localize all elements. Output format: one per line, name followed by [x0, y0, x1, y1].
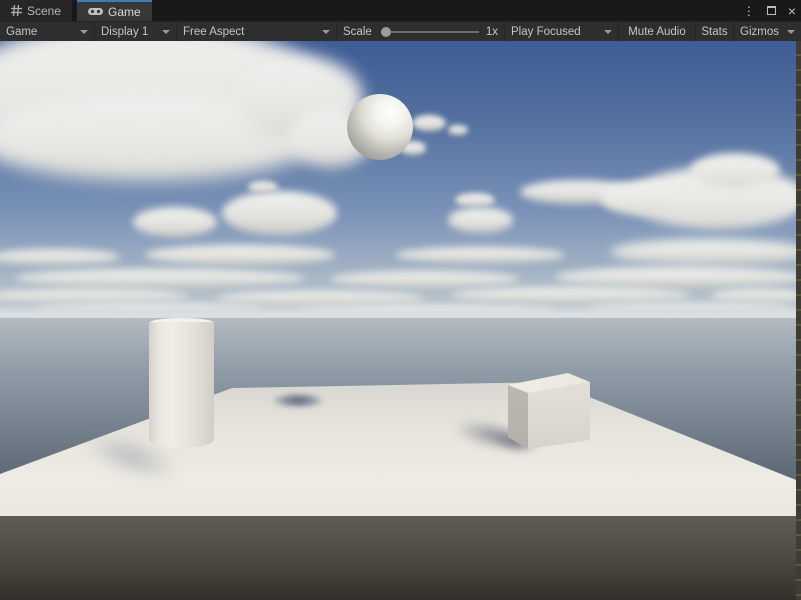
mute-audio-button[interactable]: Mute Audio: [619, 22, 696, 41]
chevron-down-icon: [787, 30, 795, 34]
cloud: [600, 181, 680, 215]
cloud: [395, 247, 565, 263]
chevron-down-icon: [604, 30, 612, 34]
cloud: [412, 115, 446, 131]
tab-game-label: Game: [108, 5, 141, 19]
view-target-dropdown[interactable]: Game: [0, 22, 95, 41]
cloud: [248, 181, 278, 193]
cloud: [610, 239, 801, 265]
play-focused-dropdown[interactable]: Play Focused: [505, 22, 619, 41]
scale-slider-knob[interactable]: [381, 27, 391, 37]
display-dropdown[interactable]: Display 1: [95, 22, 177, 41]
game-view-toolbar: Game Display 1 Free Aspect Scale 1x Play…: [0, 21, 801, 41]
tab-scene[interactable]: Scene: [0, 0, 72, 21]
panel-tab-bar: Scene Game ⋮ ×: [0, 0, 801, 21]
game-render-viewport[interactable]: [0, 41, 801, 600]
cloud: [690, 153, 780, 187]
viewport-right-edge: [796, 41, 801, 600]
display-label: Display 1: [101, 26, 148, 38]
sphere-shadow: [271, 392, 325, 409]
cloud: [585, 303, 795, 313]
gamepad-icon: [88, 7, 103, 16]
cloud: [215, 291, 425, 305]
foreground-ground: [0, 516, 801, 600]
cloud: [555, 267, 801, 287]
tab-scene-label: Scene: [27, 4, 61, 18]
stats-button[interactable]: Stats: [696, 22, 734, 41]
cylinder: [149, 322, 214, 448]
cloud: [295, 305, 555, 315]
tab-game[interactable]: Game: [77, 0, 152, 21]
window-controls: ⋮ ×: [743, 0, 796, 21]
cloud: [145, 245, 335, 265]
cloud: [448, 125, 468, 135]
aspect-ratio-dropdown[interactable]: Free Aspect: [177, 22, 337, 41]
cube: [508, 373, 590, 449]
cloud: [133, 207, 217, 237]
cloud: [35, 303, 265, 313]
scale-slider-track[interactable]: [391, 31, 479, 33]
stats-label: Stats: [701, 26, 727, 38]
sphere: [347, 94, 413, 160]
scale-slider[interactable]: [381, 27, 479, 37]
cloud: [450, 287, 690, 303]
play-focused-label: Play Focused: [511, 26, 581, 38]
cloud: [15, 269, 305, 287]
gizmos-label: Gizmos: [740, 26, 779, 38]
cloud: [448, 207, 513, 233]
grid-icon: [11, 5, 22, 16]
view-target-label: Game: [6, 26, 37, 38]
maximize-icon[interactable]: [767, 6, 776, 15]
chevron-down-icon: [80, 30, 88, 34]
scale-label: Scale: [343, 26, 372, 38]
kebab-menu-icon[interactable]: ⋮: [743, 5, 755, 17]
scale-value: 1x: [486, 26, 498, 38]
scale-control: Scale 1x: [337, 22, 505, 41]
close-icon[interactable]: ×: [788, 4, 796, 18]
cloud: [710, 289, 801, 303]
chevron-down-icon: [162, 30, 170, 34]
cloud: [330, 271, 520, 287]
chevron-down-icon: [322, 30, 330, 34]
gizmos-dropdown[interactable]: Gizmos: [734, 22, 801, 41]
cloud: [222, 191, 337, 235]
aspect-ratio-label: Free Aspect: [183, 26, 244, 38]
cloud: [455, 193, 495, 207]
mute-audio-label: Mute Audio: [628, 26, 686, 38]
